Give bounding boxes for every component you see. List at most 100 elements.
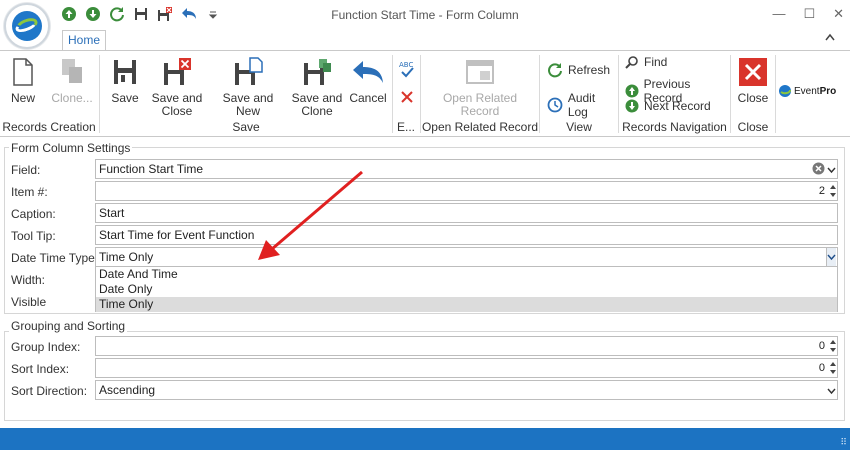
sort-index-label: Sort Index: bbox=[11, 362, 70, 376]
title-bar: Function Start Time - Form Column — ☐ ✕ bbox=[0, 0, 850, 49]
group-label-save: Save bbox=[232, 120, 260, 134]
dropdown-option[interactable]: Date And Time bbox=[96, 267, 837, 282]
save-clone-icon bbox=[304, 59, 331, 85]
close-x-icon bbox=[739, 58, 767, 86]
eventpro-brand-text-2: Pro bbox=[819, 85, 837, 97]
form-area: Form Column Settings Field: Function Sta… bbox=[0, 138, 850, 428]
sort-index-spinner[interactable]: 0 bbox=[95, 358, 838, 378]
clone-icon bbox=[62, 59, 82, 83]
caption-value: Start bbox=[99, 206, 125, 220]
tooltip-input[interactable]: Start Time for Event Function bbox=[95, 225, 838, 245]
chevron-down-icon[interactable] bbox=[827, 163, 836, 181]
maximize-icon[interactable]: ☐ bbox=[803, 6, 815, 22]
sort-direction-select[interactable]: Ascending bbox=[95, 380, 838, 400]
refresh-label: Refresh bbox=[568, 63, 611, 77]
close-window-icon[interactable]: ✕ bbox=[833, 6, 844, 22]
chevron-down-icon[interactable] bbox=[826, 248, 836, 266]
group-open-related: Open Related Record Open Related Record bbox=[421, 51, 539, 137]
group-label-view: View bbox=[566, 120, 592, 134]
spinner-arrows-icon[interactable] bbox=[829, 359, 837, 377]
open-related-record-button[interactable]: Open Related Record bbox=[441, 55, 519, 118]
sort-direction-label: Sort Direction: bbox=[11, 384, 88, 398]
clear-x-icon bbox=[401, 91, 413, 103]
resize-grip-icon[interactable]: ⠿ bbox=[840, 438, 847, 447]
dropdown-option-selected[interactable]: Time Only bbox=[96, 297, 837, 312]
save-close-label-line2: Close bbox=[161, 104, 193, 118]
next-record-button[interactable]: Next Record bbox=[625, 99, 711, 113]
spell-check-icon: ABC bbox=[399, 61, 414, 78]
group-label-close: Close bbox=[737, 120, 769, 134]
group-label-edit: E... bbox=[396, 120, 415, 134]
new-button[interactable]: New bbox=[6, 55, 40, 105]
group-index-spinner[interactable]: 0 bbox=[95, 336, 838, 356]
field-label: Field: bbox=[11, 163, 41, 177]
new-document-icon bbox=[13, 58, 33, 86]
audit-log-clock-icon bbox=[547, 97, 563, 113]
app-logo[interactable] bbox=[4, 3, 50, 49]
eventpro-logo-icon bbox=[779, 85, 791, 97]
audit-log-label: Audit Log bbox=[567, 91, 596, 119]
save-and-close-button[interactable]: Save and Close bbox=[150, 55, 204, 118]
sort-direction-value: Ascending bbox=[99, 383, 156, 397]
clone-button[interactable]: Clone... bbox=[48, 55, 96, 105]
dropdown-option[interactable]: Date Only bbox=[96, 282, 837, 297]
spinner-arrows-icon[interactable] bbox=[829, 182, 837, 200]
group-index-value: 0 bbox=[818, 340, 825, 352]
item-number-value: 2 bbox=[818, 185, 825, 197]
save-and-new-button[interactable]: Save and New bbox=[210, 55, 286, 118]
minimize-icon[interactable]: — bbox=[772, 6, 785, 22]
close-button[interactable]: Close bbox=[737, 55, 769, 105]
group-label-records-navigation: Records Navigation bbox=[622, 120, 727, 134]
window-controls: — ☐ ✕ bbox=[772, 6, 844, 22]
item-number-label: Item #: bbox=[11, 185, 48, 199]
cancel-button[interactable]: Cancel bbox=[348, 55, 388, 105]
field-select[interactable]: Function Start Time bbox=[95, 159, 838, 179]
save-disk-icon bbox=[114, 60, 136, 84]
eventpro-logo: Event Pro bbox=[778, 81, 850, 101]
refresh-button[interactable]: Refresh bbox=[547, 62, 610, 78]
group-label-records-creation: Records Creation bbox=[2, 120, 96, 134]
date-time-type-select[interactable]: Time Only bbox=[95, 247, 838, 267]
cancel-label: Cancel bbox=[349, 91, 387, 105]
tab-home[interactable]: Home bbox=[62, 30, 106, 50]
status-bar: ⠿ bbox=[0, 428, 850, 450]
group-label-open-related: Open Related Record bbox=[421, 120, 539, 134]
window-title: Function Start Time - Form Column bbox=[331, 8, 519, 22]
audit-log-button[interactable]: Audit Log bbox=[547, 91, 618, 119]
chevron-down-icon[interactable] bbox=[827, 384, 836, 402]
open-related-record-icon bbox=[466, 60, 494, 84]
save-button[interactable]: Save bbox=[108, 55, 142, 105]
item-number-spinner[interactable]: 2 bbox=[95, 181, 838, 201]
arrow-down-icon bbox=[625, 99, 639, 113]
save-clone-label-line2: Clone bbox=[301, 104, 333, 118]
refresh-icon bbox=[548, 63, 562, 78]
cancel-undo-icon bbox=[353, 61, 383, 83]
clone-label: Clone... bbox=[51, 91, 93, 105]
search-icon bbox=[625, 56, 638, 69]
clear-circle-icon[interactable] bbox=[812, 162, 825, 180]
close-label: Close bbox=[737, 91, 769, 105]
sort-index-value: 0 bbox=[818, 362, 825, 374]
eventpro-brand-text-1: Event bbox=[794, 85, 820, 97]
save-new-icon bbox=[235, 57, 263, 85]
date-time-type-value: Time Only bbox=[99, 250, 154, 264]
group-records-creation: New Clone... Records Creation bbox=[0, 51, 98, 137]
tooltip-value: Start Time for Event Function bbox=[99, 228, 255, 242]
field-select-value: Function Start Time bbox=[99, 162, 204, 176]
group-save: Save Save and Close Save and New Save an… bbox=[100, 51, 392, 137]
grouping-sorting-legend: Grouping and Sorting bbox=[9, 319, 128, 333]
caption-input[interactable]: Start bbox=[95, 203, 838, 223]
clear-button[interactable] bbox=[397, 89, 417, 108]
spell-check-button[interactable]: ABC bbox=[397, 59, 417, 82]
spinner-arrows-icon[interactable] bbox=[829, 337, 837, 355]
date-time-type-dropdown-list: Date And Time Date Only Time Only bbox=[95, 266, 838, 312]
new-label: New bbox=[10, 91, 35, 105]
find-button[interactable]: Find bbox=[625, 55, 667, 69]
tooltip-label: Tool Tip: bbox=[11, 229, 56, 243]
ribbon-tab-row: Home bbox=[0, 30, 850, 50]
caption-label: Caption: bbox=[11, 207, 56, 221]
ribbon: New Clone... Records Creation Save Save … bbox=[0, 50, 850, 137]
collapse-ribbon-icon[interactable] bbox=[824, 32, 836, 45]
form-column-settings-legend: Form Column Settings bbox=[9, 141, 133, 155]
save-and-clone-button[interactable]: Save and Clone bbox=[290, 55, 344, 118]
